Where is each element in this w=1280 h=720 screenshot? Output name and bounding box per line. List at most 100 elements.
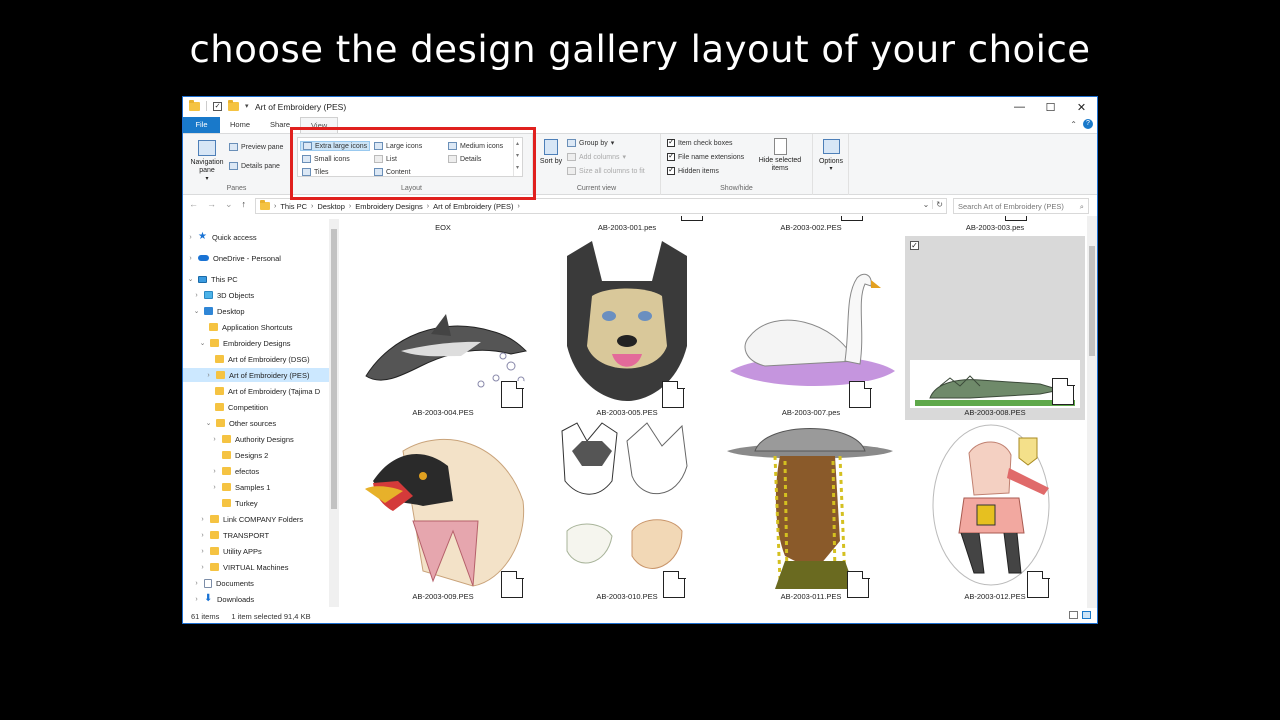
hidden-items-toggle[interactable]: Hidden items (667, 165, 719, 175)
chevron-right-icon[interactable]: › (187, 255, 194, 262)
file-label-eox[interactable]: EOX (353, 223, 533, 232)
chevron-right-icon[interactable]: › (199, 532, 206, 539)
breadcrumb-embroidery-designs[interactable]: Embroidery Designs (355, 202, 423, 211)
animals-embroidery-image (561, 422, 688, 569)
chevron-right-icon[interactable]: › (187, 234, 194, 241)
chevron-right-icon[interactable]: › (211, 436, 218, 443)
breadcrumb-this-pc[interactable]: This PC (280, 202, 307, 211)
nav-item-documents[interactable]: › Documents (193, 576, 254, 590)
large-icons-view-icon[interactable] (1082, 611, 1091, 619)
chevron-right-icon[interactable]: › (211, 484, 218, 491)
scrollbar-thumb[interactable] (331, 229, 337, 509)
item-checkbox[interactable]: ✓ (910, 241, 919, 250)
file-gallery: EOX AB-2003-001.pes AB-2003-002.PES AB-2… (341, 216, 1087, 608)
size-columns-button[interactable]: Size all columns to fit (567, 167, 645, 175)
up-button[interactable]: ↑ (242, 199, 247, 210)
sort-by-button[interactable]: Sort by (539, 139, 563, 166)
forward-button[interactable]: → (207, 199, 216, 210)
customize-toolbar-icon[interactable]: ▾ (245, 102, 249, 110)
file-tile-woman-hat[interactable]: AB-2003-011.PES (721, 421, 901, 605)
search-input[interactable]: Search Art of Embroidery (PES) ⌕ (953, 198, 1089, 214)
nav-item-downloads[interactable]: › ⬇ Downloads (193, 592, 254, 606)
back-button[interactable]: ← (189, 199, 198, 210)
chevron-down-icon[interactable]: ⌄ (199, 339, 206, 347)
refresh-icon[interactable]: ↻ (932, 200, 946, 209)
maximize-button[interactable]: ☐ (1035, 97, 1066, 117)
address-bar[interactable]: › This PC › Desktop › Embroidery Designs… (255, 198, 947, 214)
preview-pane-button[interactable]: Preview pane (229, 143, 283, 151)
hide-selected-items-button[interactable]: Hide selected items (755, 138, 805, 173)
nav-item-designs-2[interactable]: Designs 2 (222, 448, 268, 462)
navigation-pane-button[interactable]: Navigation pane ▾ (187, 140, 227, 182)
help-icon[interactable]: ? (1083, 119, 1093, 129)
tab-home[interactable]: Home (220, 117, 260, 133)
file-tile-eagle[interactable]: AB-2003-009.PES (353, 421, 533, 605)
file-tile-dolphin[interactable]: AB-2003-004.PES (353, 236, 533, 420)
file-tile-knight-horse[interactable]: AB-2003-012.PES (905, 421, 1085, 605)
minimize-button[interactable]: — (1004, 97, 1035, 117)
chevron-right-icon[interactable]: › (211, 468, 218, 475)
nav-item-3d-objects[interactable]: › 3D Objects (193, 288, 254, 302)
nav-item-application-shortcuts[interactable]: Application Shortcuts (209, 320, 292, 334)
nav-item-other-sources[interactable]: ⌄ Other sources (205, 416, 277, 430)
file-label[interactable]: AB-2003-001.pes (537, 223, 717, 232)
options-button[interactable]: Options ▾ (813, 139, 849, 172)
search-placeholder: Search Art of Embroidery (PES) (958, 202, 1064, 211)
file-label[interactable]: AB-2003-003.pes (905, 223, 1085, 232)
chevron-down-icon[interactable]: ⌄ (205, 419, 212, 427)
nav-item-efectos[interactable]: › efectos (211, 464, 259, 478)
file-tile-husky[interactable]: AB-2003-005.PES (537, 236, 717, 420)
chevron-down-icon[interactable]: ⌄ (187, 275, 194, 283)
scrollbar-thumb[interactable] (1089, 246, 1095, 356)
nav-item-quick-access[interactable]: › ★ Quick access (187, 230, 256, 244)
folder-icon (215, 387, 224, 395)
chevron-right-icon[interactable]: › (199, 564, 206, 571)
breadcrumb-art-of-embroidery-pes[interactable]: Art of Embroidery (PES) (433, 202, 513, 211)
collapse-ribbon-icon[interactable]: ⌃ (1070, 120, 1077, 129)
file-tile-crocodile-selected[interactable]: ✓ AB-2003-008.PES (905, 236, 1085, 420)
file-tile-swan[interactable]: AB-2003-007.pes (721, 236, 901, 420)
new-folder-icon[interactable] (228, 99, 239, 111)
chevron-right-icon[interactable]: › (199, 516, 206, 523)
recent-locations-button[interactable]: ⌄ (225, 199, 233, 210)
hidden-items-label: Hidden items (678, 167, 719, 175)
nav-item-link-company[interactable]: › Link COMPANY Folders (199, 512, 303, 526)
item-check-boxes-toggle[interactable]: Item check boxes (667, 137, 732, 147)
nav-item-this-pc[interactable]: ⌄ This PC (187, 272, 238, 286)
breadcrumb-desktop[interactable]: Desktop (317, 202, 345, 211)
nav-item-competition[interactable]: Competition (215, 400, 268, 414)
nav-item-virtual-machines[interactable]: › VIRTUAL Machines (199, 560, 288, 574)
nav-item-transport[interactable]: › TRANSPORT (199, 528, 269, 542)
details-view-icon[interactable] (1069, 611, 1078, 619)
nav-item-utility-apps[interactable]: › Utility APPs (199, 544, 261, 558)
nav-item-authority-designs[interactable]: › Authority Designs (211, 432, 293, 446)
properties-icon[interactable]: ✓ (213, 101, 222, 111)
file-tile-dogs-cats[interactable]: AB-2003-010.PES (537, 421, 717, 605)
nav-item-aoe-dsg[interactable]: Art of Embroidery (DSG) (215, 352, 310, 366)
preview-pane-label: Preview pane (241, 143, 284, 151)
chevron-right-icon[interactable]: › (205, 372, 212, 379)
close-button[interactable]: ✕ (1066, 97, 1097, 117)
chevron-right-icon[interactable]: › (193, 292, 200, 299)
nav-item-embroidery-designs[interactable]: ⌄ Embroidery Designs (199, 336, 291, 350)
chevron-down-icon[interactable]: ⌄ (193, 307, 200, 315)
nav-item-aoe-pes[interactable]: › Art of Embroidery (PES) (183, 368, 329, 382)
file-label[interactable]: AB-2003-002.PES (721, 223, 901, 232)
nav-item-onedrive[interactable]: › OneDrive - Personal (187, 251, 281, 265)
chevron-right-icon[interactable]: › (199, 548, 206, 555)
group-by-button[interactable]: Group by ▾ (567, 139, 614, 147)
nav-item-samples-1[interactable]: › Samples 1 (211, 480, 270, 494)
gallery-scrollbar[interactable] (1087, 216, 1097, 608)
address-dropdown-icon[interactable]: ⌄ (923, 200, 930, 209)
nav-item-turkey[interactable]: Turkey (222, 496, 258, 510)
nav-label: Art of Embroidery (DSG) (228, 354, 310, 364)
details-pane-button[interactable]: Details pane (229, 162, 280, 170)
file-name-extensions-toggle[interactable]: File name extensions (667, 151, 744, 161)
navigation-scrollbar[interactable] (329, 219, 339, 607)
tab-file[interactable]: File (183, 117, 220, 133)
nav-item-aoe-tajima[interactable]: Art of Embroidery (Tajima D (215, 384, 320, 398)
add-columns-button[interactable]: Add columns ▾ (567, 153, 626, 161)
chevron-right-icon[interactable]: › (193, 596, 200, 603)
chevron-right-icon[interactable]: › (193, 580, 200, 587)
nav-item-desktop[interactable]: ⌄ Desktop (193, 304, 245, 318)
